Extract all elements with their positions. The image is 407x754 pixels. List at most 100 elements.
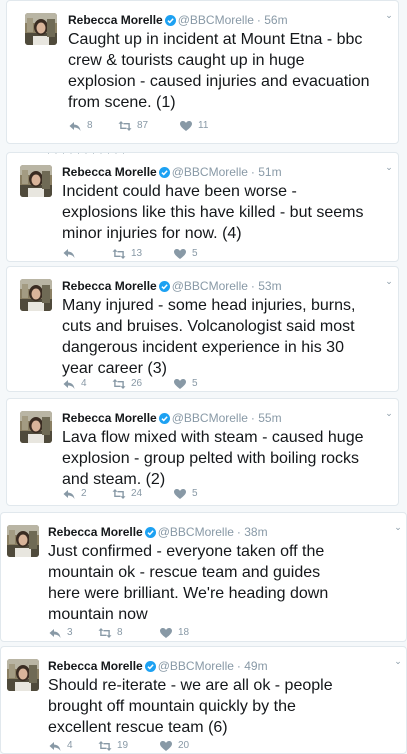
verified-badge-icon — [159, 167, 170, 178]
author-handle[interactable]: @BBCMorelle — [172, 279, 248, 293]
retweet-button[interactable]: 8 — [98, 626, 123, 640]
chevron-down-icon[interactable]: ⌄ — [383, 408, 395, 418]
author-handle[interactable]: @BBCMorelle — [158, 525, 234, 539]
tweet-text: Should re-iterate - we are all ok - peop… — [48, 675, 333, 738]
avatar-image — [7, 525, 39, 557]
tweet-actions: 4 26 5 — [62, 377, 262, 391]
tweet-card[interactable]: Rebecca Morelle @BBCMorelle · 56m ⌄ Caught u… — [6, 0, 399, 144]
chevron-down-icon[interactable]: ⌄ — [392, 656, 404, 666]
chevron-down-icon[interactable]: ⌄ — [383, 276, 395, 286]
author-handle[interactable]: @BBCMorelle — [158, 659, 234, 673]
avatar[interactable] — [25, 13, 57, 45]
tweet-timestamp[interactable]: · 53m — [251, 279, 282, 293]
retweet-button[interactable]: 24 — [112, 487, 142, 501]
tweet-card[interactable]: Rebecca Morelle @BBCMorelle · 49m ⌄ Should r… — [0, 646, 407, 754]
avatar-image — [20, 165, 52, 197]
tweet-timestamp[interactable]: · 38m — [237, 525, 268, 539]
tweet-card[interactable]: · · · · · · · · · · · Rebecca Morelle @BBC… — [6, 152, 399, 262]
avatar[interactable] — [7, 659, 39, 691]
tweet-text: Caught up in incident at Mount Etna - bb… — [68, 29, 370, 113]
avatar-image — [20, 279, 52, 311]
retweet-icon — [118, 120, 132, 132]
retweet-button[interactable]: 19 — [98, 739, 128, 753]
like-button[interactable]: 20 — [159, 739, 189, 753]
author-name[interactable]: Rebecca Morelle — [68, 13, 163, 27]
verified-badge-icon — [159, 413, 170, 424]
tweet-header: Rebecca Morelle @BBCMorelle · 49m — [48, 659, 268, 673]
author-handle[interactable]: @BBCMorelle — [172, 165, 248, 179]
avatar[interactable] — [20, 279, 52, 311]
author-name[interactable]: Rebecca Morelle — [62, 279, 157, 293]
chevron-down-icon[interactable]: ⌄ — [392, 522, 404, 532]
tweet-text-line: Incident could have been worse - — [62, 183, 297, 200]
tweet-header: Rebecca Morelle @BBCMorelle · 55m — [62, 411, 282, 425]
author-name[interactable]: Rebecca Morelle — [62, 411, 157, 425]
reply-icon — [62, 378, 76, 390]
reply-icon — [62, 247, 76, 259]
reply-icon — [68, 120, 82, 132]
tweet-card[interactable]: Rebecca Morelle @BBCMorelle · 38m ⌄ Just con… — [0, 512, 407, 642]
retweets-count: 19 — [117, 740, 129, 751]
likes-count: 18 — [178, 627, 190, 638]
tweet-card[interactable]: Rebecca Morelle @BBCMorelle · 53m ⌄ Many inj… — [6, 266, 399, 392]
verified-badge-icon — [165, 15, 176, 26]
verified-badge-icon — [159, 281, 170, 292]
like-button[interactable]: 18 — [159, 626, 189, 640]
verified-badge-icon — [145, 527, 156, 538]
avatar[interactable] — [20, 411, 52, 443]
tweet-text-line: explosion - group pelted with boiling ro… — [62, 450, 360, 467]
replies-count: 3 — [67, 627, 73, 638]
tweet-actions: 3 8 18 — [48, 626, 248, 640]
reply-button[interactable]: 4 — [62, 377, 87, 391]
reply-button[interactable]: 2 — [62, 487, 87, 501]
tweet-text-line: Caught up in incident at Mount Etna - bb… — [68, 31, 363, 48]
like-button[interactable]: 5 — [173, 247, 198, 261]
reply-button[interactable]: 3 — [48, 626, 73, 640]
tweet-actions: 8 87 11 — [68, 119, 268, 133]
retweets-count: 26 — [131, 378, 143, 389]
heart-icon — [159, 740, 173, 752]
retweet-icon — [98, 740, 112, 752]
tweet-text-line: explosion - caused injuries and evacuati… — [68, 73, 370, 90]
tweet-timestamp[interactable]: · 49m — [237, 659, 268, 673]
chevron-down-icon[interactable]: ⌄ — [383, 10, 395, 20]
like-button[interactable]: 11 — [179, 119, 208, 133]
author-name[interactable]: Rebecca Morelle — [62, 165, 157, 179]
tweet-text: Incident could have been worse - explosio… — [62, 181, 363, 244]
author-name[interactable]: Rebecca Morelle — [48, 525, 143, 539]
tweet-text-line: mountain ok - rescue team and guides — [48, 564, 321, 581]
verified-badge-icon — [159, 281, 170, 292]
likes-count: 11 — [198, 120, 209, 131]
retweet-button[interactable]: 87 — [118, 119, 148, 133]
avatar[interactable] — [20, 165, 52, 197]
chevron-down-icon[interactable]: ⌄ — [383, 162, 395, 172]
retweet-icon — [112, 488, 126, 500]
author-name[interactable]: Rebecca Morelle — [48, 659, 143, 673]
tweet-header: Rebecca Morelle @BBCMorelle · 53m — [62, 279, 282, 293]
tweet-card[interactable]: Rebecca Morelle @BBCMorelle · 55m ⌄ Lava flo… — [6, 398, 399, 506]
tweet-text: Just confirmed - everyone taken off the m… — [48, 541, 328, 625]
likes-count: 5 — [192, 378, 198, 389]
tweet-text: Lava flow mixed with steam - caused huge… — [62, 427, 363, 490]
tweet-text-line: dangerous incident experience in his 30 — [62, 339, 344, 356]
author-handle[interactable]: @BBCMorelle — [178, 13, 254, 27]
retweet-icon — [98, 627, 112, 639]
retweets-count: 87 — [137, 120, 149, 131]
tweet-text-line: Lava flow mixed with steam - caused huge — [62, 429, 364, 446]
reply-button[interactable]: 8 — [68, 119, 93, 133]
tweet-timestamp[interactable]: · 51m — [251, 165, 282, 179]
replies-count: 4 — [67, 740, 73, 751]
retweet-button[interactable]: 13 — [112, 247, 142, 261]
avatar[interactable] — [7, 525, 39, 557]
reply-icon — [48, 740, 62, 752]
reply-button[interactable] — [62, 247, 81, 259]
like-button[interactable]: 5 — [173, 377, 198, 391]
reply-button[interactable]: 4 — [48, 739, 73, 753]
tweet-timestamp[interactable]: · 55m — [251, 411, 282, 425]
like-button[interactable]: 5 — [173, 487, 198, 501]
tweet-text-line: Should re-iterate - we are all ok - peop… — [48, 677, 333, 694]
author-handle[interactable]: @BBCMorelle — [172, 411, 248, 425]
tweet-timestamp[interactable]: · 56m — [257, 13, 288, 27]
retweet-button[interactable]: 26 — [112, 377, 142, 391]
avatar-image — [25, 13, 57, 45]
